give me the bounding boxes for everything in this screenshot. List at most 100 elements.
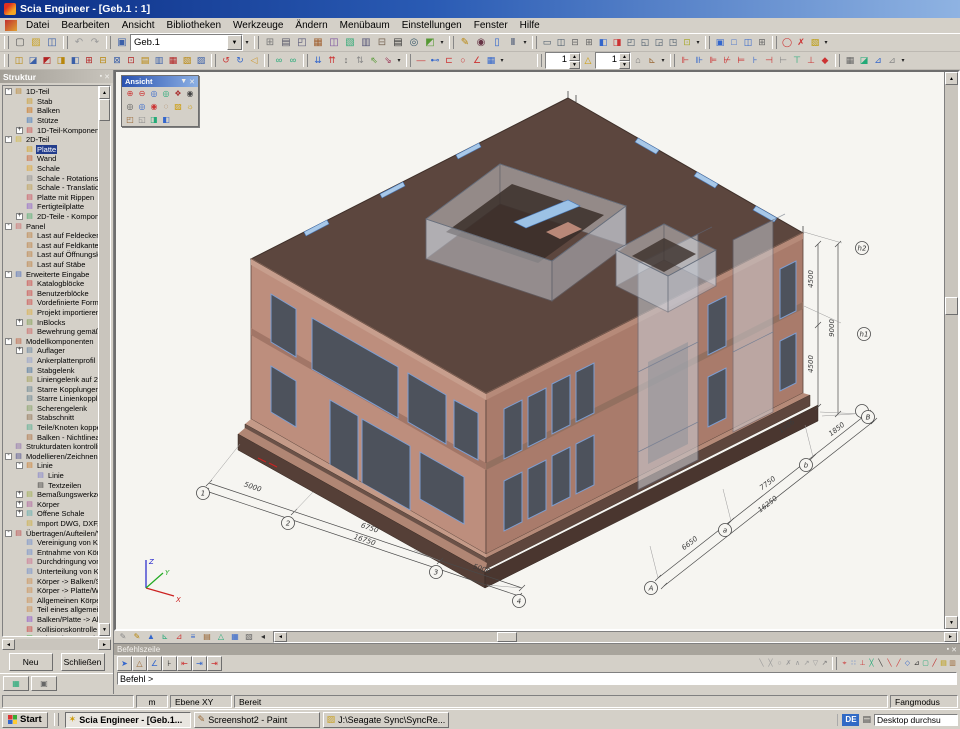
view-tool-icon[interactable]: ✎ [130,632,144,643]
new-file-icon[interactable]: ▢ [12,35,28,50]
scroll-up-icon[interactable]: ▲ [945,72,958,85]
project-combo[interactable]: Geb.1 ▼ [130,34,243,51]
toolbar-icon[interactable]: ∞ [286,54,300,68]
tree-item[interactable]: -▤Panel [3,221,98,231]
tree-item[interactable]: ▤Entnahme von Körper [3,548,98,558]
toolbar-icon[interactable]: ◧ [596,36,610,50]
expand-icon[interactable]: + [16,501,23,508]
tree-item[interactable]: ▤Platte mit Rippen [3,193,98,203]
tree-item[interactable]: -▤Modellkomponenten [3,336,98,346]
scroll-left-icon[interactable]: ◄ [274,632,287,642]
toolbar-icon[interactable]: ▧ [180,54,194,68]
toolbar-grip[interactable] [254,36,259,49]
collapse-icon[interactable]: - [5,530,12,537]
status-snap-mode[interactable]: Fangmodus [890,695,958,708]
tree-item[interactable]: +▤Körper [3,500,98,510]
scroll-thumb[interactable] [945,297,958,315]
menu-item[interactable]: Einstellungen [396,20,468,31]
select-arrow-icon[interactable]: ➤ [117,656,132,671]
tree-item[interactable]: +▤Offene Schale [3,509,98,519]
tree-item[interactable]: ▤Kollisionskontrolle von [3,624,98,634]
clipboard-icon[interactable]: ◫ [326,35,342,50]
tracking-icon[interactable]: ⇤ [177,656,192,671]
snap-icon[interactable]: ▽ [811,658,820,670]
tree-item[interactable]: ▤Körper -> Balken/Stüt [3,576,98,586]
view-tool-icon[interactable]: ✎ [116,632,130,643]
toolbar-icon[interactable]: ↕ [339,54,353,68]
menu-item[interactable]: Werkzeuge [227,20,289,31]
expand-icon[interactable]: + [16,491,23,498]
toolbar-icon[interactable]: ⊥ [804,54,818,68]
spin-up-icon[interactable]: ▲ [569,53,580,61]
view-folder-icon[interactable]: ▨ [172,101,184,112]
toolbar-icon[interactable]: ▣ [713,36,727,50]
building-model[interactable] [238,91,818,588]
printer2-icon[interactable]: ▤ [390,35,406,50]
layer-spinner[interactable]: 1 ▲▼ [595,52,631,69]
collapse-icon[interactable]: - [5,338,12,345]
tree-item[interactable]: ▤Körper -> Platte/Wan [3,586,98,596]
snap-dots-icon[interactable]: ∷ [849,658,858,670]
toolbar-icon[interactable]: ⊩ [678,54,692,68]
toolbar-icon[interactable]: ◆ [818,54,832,68]
toolbar-icon[interactable]: ∞ [272,54,286,68]
activity-spinner[interactable]: 1 ▲▼ [545,52,581,69]
tree-item[interactable]: ▤Last auf Stäbe [3,260,98,270]
tree-item[interactable]: +▤Bemaßungswerkzeug [3,490,98,500]
tree-item[interactable]: ▤Benutzerblöcke [3,288,98,298]
magnifier-icon[interactable]: ◉ [184,88,196,99]
pencil-icon[interactable]: ✎ [457,35,473,50]
image-icon[interactable]: ▧ [342,35,358,50]
scroll-left-icon[interactable]: ◄ [2,639,15,650]
collapse-icon[interactable]: - [16,462,23,469]
view-tool-icon[interactable]: ▲ [144,632,158,643]
tracking-icon[interactable]: ⊦ [162,656,177,671]
zoom-next-icon[interactable]: ◎ [136,101,148,112]
zoom-prev-icon[interactable]: ◎ [124,101,136,112]
toolbar-icon[interactable]: ◳ [666,36,680,50]
tree-item[interactable]: ▤Ankerplattenprofil [3,356,98,366]
toolbar-icon[interactable]: ◪ [857,54,871,68]
spin-down-icon[interactable]: ▼ [569,61,580,69]
menu-item[interactable]: Menübaum [334,20,396,31]
command-input[interactable] [117,672,957,685]
toolbar-icon[interactable]: ◲ [652,36,666,50]
toolbar-icon[interactable]: ⊪ [692,54,706,68]
toolbar-more-icon[interactable]: ▾ [822,39,830,46]
scroll-right-icon[interactable]: ► [944,632,957,642]
tree-item[interactable]: ▤Import DWG, DXF, VR [3,519,98,529]
status-unit[interactable]: m [136,695,168,708]
toolbar-icon[interactable]: ○ [456,54,470,68]
view-tool-icon[interactable]: ⊿ [172,632,186,643]
tree-item[interactable]: ▤Stütze [3,116,98,126]
tree-item[interactable]: ▤Starre Linienkopplung [3,394,98,404]
clip-box-icon[interactable]: ◨ [148,114,160,125]
tree-item[interactable]: ▤Bewehrung gemäß Vo [3,327,98,337]
toolbar-grip[interactable] [4,36,9,49]
tree-item[interactable]: +▤InBlocks [3,317,98,327]
print-preview-icon[interactable]: ◰ [294,35,310,50]
toolbar-icon[interactable]: ⊣ [762,54,776,68]
wireframe-icon[interactable]: ◱ [136,114,148,125]
toolbar-icon[interactable]: ↻ [233,54,247,68]
toolbar-more-icon[interactable]: ▾ [438,39,446,46]
toolbar-icon[interactable]: ◁ [247,54,261,68]
menu-item[interactable]: Bearbeiten [55,20,115,31]
toolbar-icon[interactable]: ⇖ [367,54,381,68]
scroll-down-icon[interactable]: ▼ [99,623,110,636]
toolbar-icon[interactable]: ◨ [610,36,624,50]
folder-new-icon[interactable]: ▧ [808,36,822,50]
toolbar-icon[interactable]: ⊢ [776,54,790,68]
zoom-in-icon[interactable]: ⊕ [124,88,136,99]
view-tool-icon[interactable]: ≡ [186,632,200,643]
viewport-vscrollbar[interactable]: ▲ ▼ [944,72,958,629]
scroll-right-icon[interactable]: ► [98,639,111,650]
toolbar-icon[interactable]: ⇈ [325,54,339,68]
chevron-down-icon[interactable]: ▼ [227,35,242,50]
toolbar-more-icon[interactable]: ▾ [498,57,506,64]
spin-up-icon[interactable]: ▲ [619,53,630,61]
snap-icon[interactable]: ↗ [820,658,829,670]
toolbar-icon[interactable]: ⊤ [790,54,804,68]
toolbar-grip[interactable] [835,54,840,67]
scroll-down-icon[interactable]: ▼ [945,616,958,629]
